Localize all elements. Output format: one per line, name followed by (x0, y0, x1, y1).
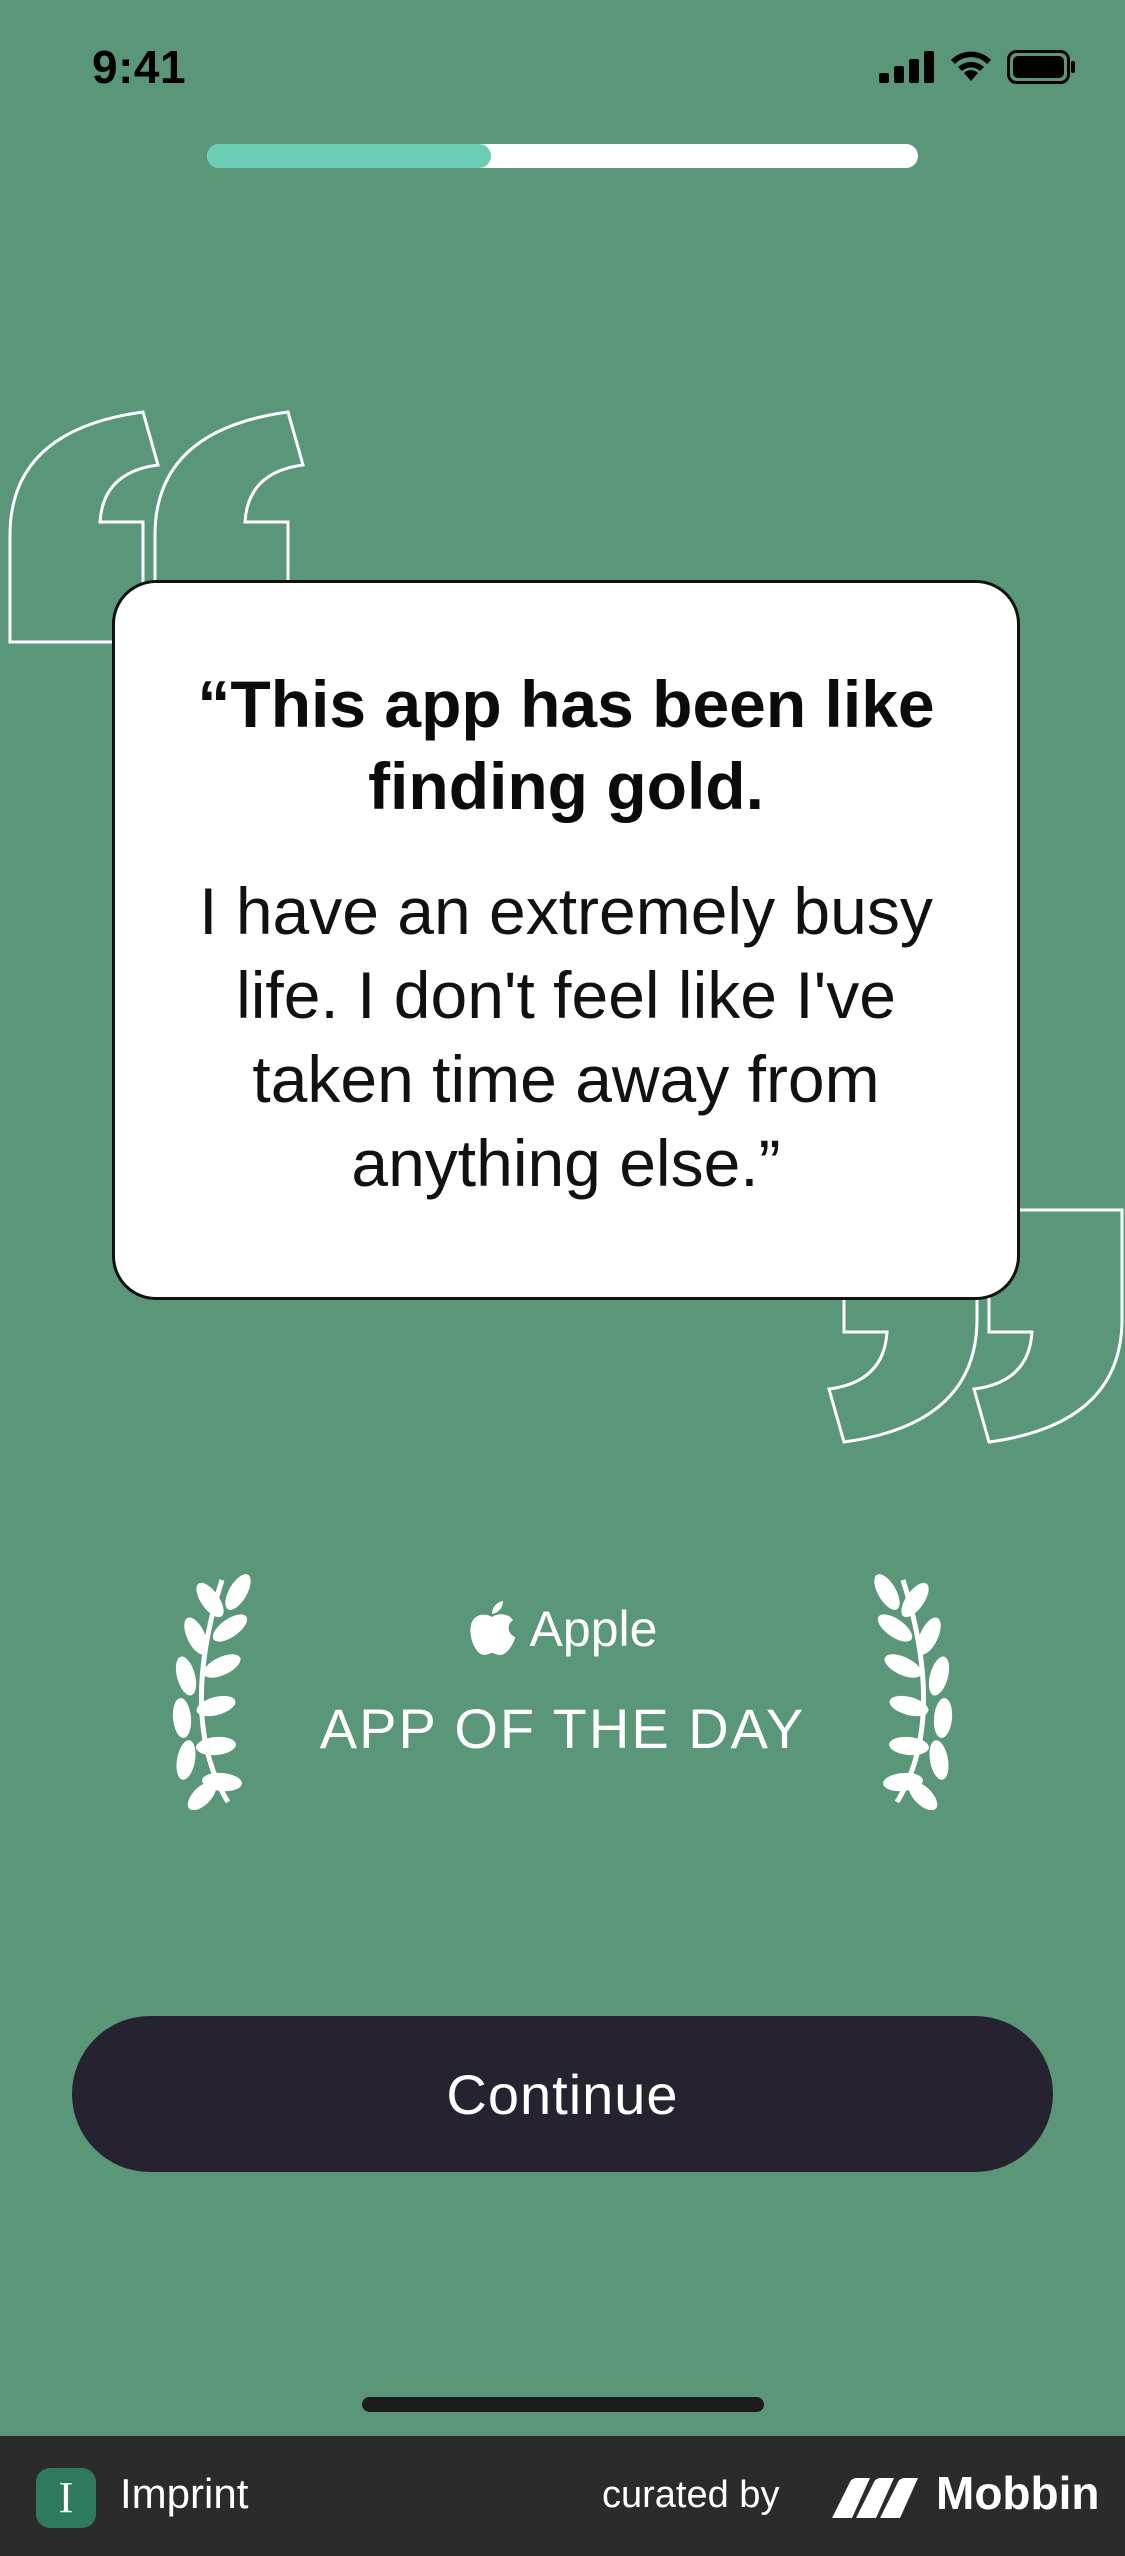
footer-bar: I Imprint curated by Mobbin (0, 2436, 1125, 2556)
testimonial-body: I have an extremely busy life. I don't f… (199, 874, 933, 1200)
apple-logo-icon (469, 1601, 515, 1655)
testimonial-headline: “This app has been like finding gold. (197, 667, 935, 823)
status-time: 9:41 (92, 41, 187, 93)
footer-app-name: Imprint (120, 2470, 249, 2517)
home-indicator (362, 2397, 764, 2412)
battery-icon (1007, 50, 1075, 84)
continue-button[interactable]: Continue (72, 2016, 1053, 2172)
footer-mobbin-name: Mobbin (936, 2467, 1100, 2519)
onboarding-progress-bar (207, 144, 918, 168)
wifi-icon (951, 51, 991, 81)
mobbin-logo-icon (832, 2478, 918, 2518)
laurel-right-icon (874, 1574, 953, 1810)
footer-curated-by: curated by (602, 2474, 780, 2516)
onboarding-screen: 9:41 “This app has been like finding gol… (0, 0, 1125, 2556)
progress-fill (207, 144, 492, 168)
signal-icon (879, 51, 934, 83)
imprint-app-icon: I (36, 2468, 96, 2528)
award-brand-label: Apple (529, 1601, 658, 1657)
app-of-the-day-award: Apple APP OF THE DAY (0, 1570, 1125, 1830)
status-icons (879, 50, 1077, 84)
testimonial-card: “This app has been like finding gold. I … (112, 580, 1020, 1300)
